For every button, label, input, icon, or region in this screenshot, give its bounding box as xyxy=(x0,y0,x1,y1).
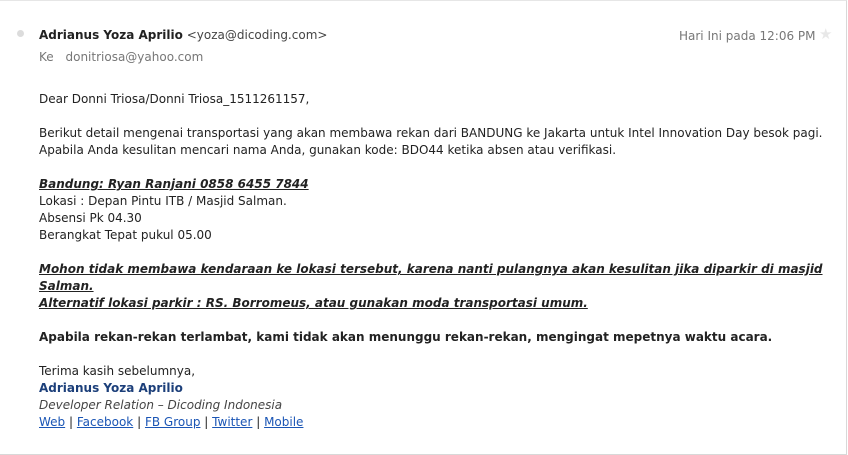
signature-name: Adrianus Yoza Aprilio xyxy=(39,381,183,395)
intro-line-1: Berikut detail mengenai transportasi yan… xyxy=(39,126,823,140)
late-notice: Apabila rekan-rekan terlambat, kami tida… xyxy=(39,330,773,344)
greeting: Dear Donni Triosa/Donni Triosa_151126115… xyxy=(39,92,310,106)
dot-icon xyxy=(17,30,24,37)
recipient-address[interactable]: donitriosa@yahoo.com xyxy=(65,50,203,64)
departure-text: Berangkat Tepat pukul 05.00 xyxy=(39,228,212,242)
link-separator: | xyxy=(204,415,209,429)
link-mobile[interactable]: Mobile xyxy=(264,415,303,429)
link-separator: | xyxy=(69,415,74,429)
warning-line-1: Mohon tidak membawa kendaraan ke lokasi … xyxy=(39,262,823,293)
message-body: Dear Donni Triosa/Donni Triosa_151126115… xyxy=(39,91,829,431)
link-fb-group[interactable]: FB Group xyxy=(145,415,200,429)
sender-name: Adrianus Yoza Aprilio xyxy=(39,28,183,42)
signature-role: Developer Relation – Dicoding Indonesia xyxy=(39,398,283,412)
timestamp: Hari Ini pada 12:06 PM xyxy=(679,29,816,43)
email-message-pane: Adrianus Yoza Aprilio <yoza@dicoding.com… xyxy=(0,0,847,455)
sender-email: <yoza@dicoding.com> xyxy=(186,28,328,42)
link-facebook[interactable]: Facebook xyxy=(77,415,133,429)
location-text: Lokasi : Depan Pintu ITB / Masjid Salman… xyxy=(39,194,287,208)
to-label: Ke xyxy=(39,50,54,64)
contact-heading: Bandung: Ryan Ranjani 0858 6455 7844 xyxy=(39,177,309,191)
intro-line-2: Apabila Anda kesulitan mencari nama Anda… xyxy=(39,143,617,157)
signature-links: Web | Facebook | FB Group | Twitter | Mo… xyxy=(39,414,829,431)
link-twitter[interactable]: Twitter xyxy=(212,415,252,429)
star-icon[interactable]: ★ xyxy=(819,25,832,43)
sender[interactable]: Adrianus Yoza Aprilio <yoza@dicoding.com… xyxy=(39,28,327,42)
warning-line-2: Alternatif lokasi parkir : RS. Borromeus… xyxy=(39,296,588,310)
attendance-text: Absensi Pk 04.30 xyxy=(39,211,142,225)
link-separator: | xyxy=(137,415,142,429)
recipient-line: Ke donitriosa@yahoo.com xyxy=(39,50,203,64)
link-web[interactable]: Web xyxy=(39,415,65,429)
closing-text: Terima kasih sebelumnya, xyxy=(39,364,196,378)
link-separator: | xyxy=(256,415,261,429)
